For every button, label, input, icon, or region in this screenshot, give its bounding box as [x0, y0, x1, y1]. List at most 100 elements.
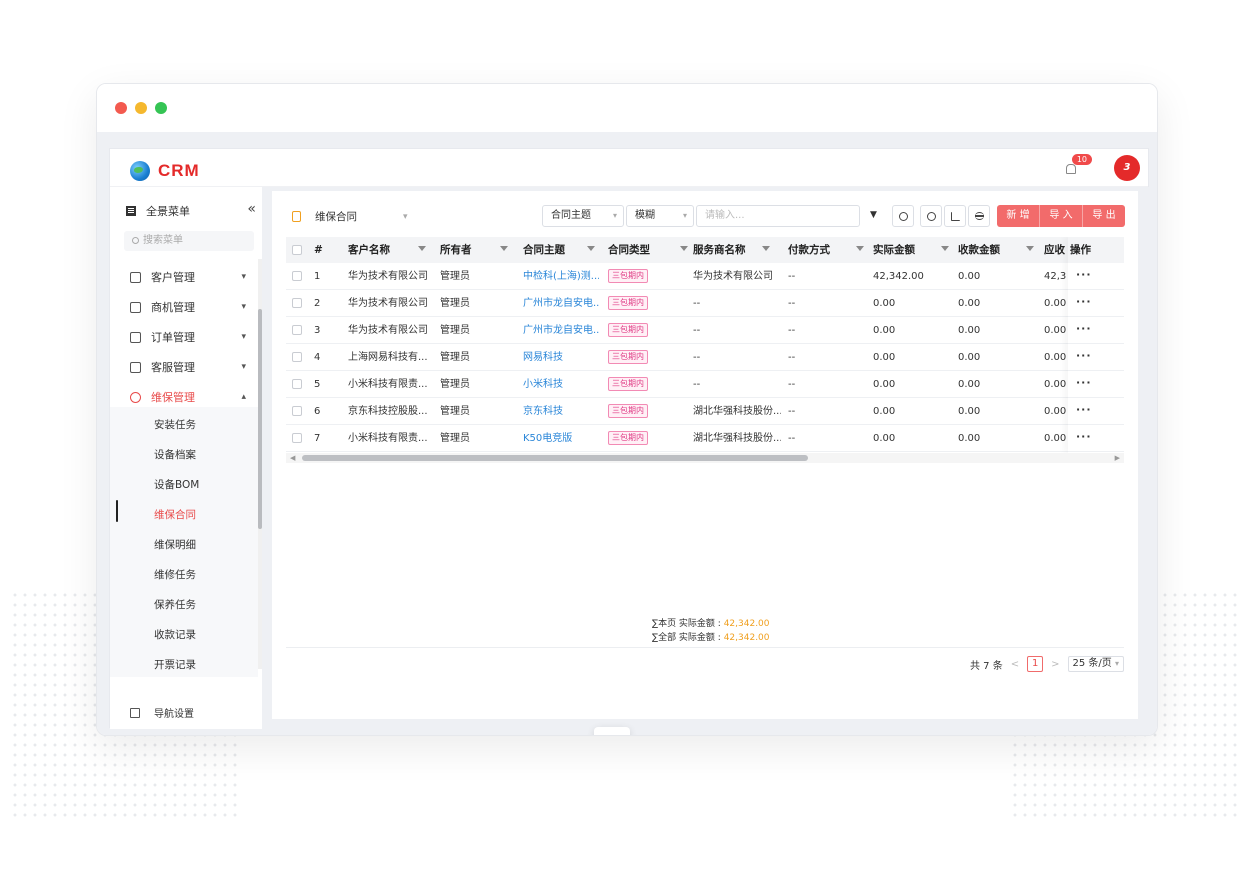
- row-checkbox[interactable]: [292, 379, 302, 389]
- cell-subject[interactable]: 广州市龙自安电...: [523, 290, 599, 317]
- submenu-payment-records[interactable]: 收款记录: [154, 627, 196, 642]
- filter-icon[interactable]: [941, 246, 949, 251]
- browser-viewport: CRM 10 3 全景菜单 « 搜索菜单 客户管理 ▾ 商机管理 ▾ 订单管理 …: [97, 132, 1157, 735]
- filter-icon[interactable]: [1026, 246, 1034, 251]
- floating-menu-button[interactable]: [594, 727, 630, 735]
- row-checkbox[interactable]: [292, 433, 302, 443]
- column-header-provider[interactable]: 服务商名称: [693, 237, 770, 263]
- filter-icon[interactable]: [680, 246, 688, 251]
- cell-subject[interactable]: 网易科技: [523, 344, 599, 371]
- column-header-type[interactable]: 合同类型: [608, 237, 688, 263]
- table-row[interactable]: 3 华为技术有限公司 管理员 广州市龙自安电... 三包期内 -- -- 0.00 0.00 0.…: [286, 317, 1124, 344]
- table-row[interactable]: 5 小米科技有限责... 管理员 小米科技 三包期内 -- -- 0.00 0.00 0.00: [286, 371, 1124, 398]
- more-actions-icon[interactable]: ···: [1076, 349, 1092, 362]
- cell-subject[interactable]: 京东科技: [523, 398, 599, 425]
- refresh-button[interactable]: [920, 205, 942, 227]
- cell-amount: 0.00: [873, 406, 896, 417]
- cell-index: 3: [314, 325, 321, 336]
- menu-search-input[interactable]: 搜索菜单: [124, 231, 254, 251]
- column-header-customer[interactable]: 客户名称: [348, 237, 426, 263]
- cell-subject[interactable]: K50电竞版: [523, 425, 599, 452]
- sidebar-item-opportunities[interactable]: 商机管理 ▾: [130, 297, 250, 317]
- view-selector[interactable]: 维保合同 ▾: [292, 209, 408, 224]
- close-window-dot[interactable]: [115, 102, 127, 114]
- more-actions-icon[interactable]: ···: [1076, 403, 1092, 416]
- submenu-device-bom[interactable]: 设备BOM: [154, 477, 199, 492]
- submenu-upkeep-tasks[interactable]: 保养任务: [154, 597, 196, 612]
- submenu-invoice-records[interactable]: 开票记录: [154, 657, 196, 672]
- cell-subject[interactable]: 广州市龙自安电...: [523, 317, 599, 344]
- prev-page-icon[interactable]: <: [1011, 659, 1019, 670]
- column-header-amount[interactable]: 实际金额: [873, 237, 949, 263]
- app-logo[interactable]: CRM: [130, 161, 200, 181]
- submenu-install-tasks[interactable]: 安装任务: [154, 417, 196, 432]
- more-actions-icon[interactable]: ···: [1076, 430, 1092, 443]
- operation-cell: ···: [1068, 263, 1124, 290]
- search-button[interactable]: [892, 205, 914, 227]
- more-actions-icon[interactable]: ···: [1076, 295, 1092, 308]
- filter-icon[interactable]: [499, 246, 508, 251]
- column-header-subject[interactable]: 合同主题: [523, 237, 595, 263]
- maximize-window-dot[interactable]: [155, 102, 167, 114]
- more-actions-icon[interactable]: ···: [1076, 376, 1092, 389]
- sidebar-item-orders[interactable]: 订单管理 ▾: [130, 327, 250, 347]
- user-icon: [130, 271, 141, 283]
- column-header-owner[interactable]: 所有者: [440, 237, 508, 263]
- field-select[interactable]: 合同主题 ▾: [542, 205, 624, 227]
- import-button[interactable]: 导 入: [1040, 205, 1083, 227]
- chart-button[interactable]: [944, 205, 966, 227]
- submenu-maintenance-detail[interactable]: 维保明细: [154, 537, 196, 552]
- columns-button[interactable]: [968, 205, 990, 227]
- more-actions-icon[interactable]: ···: [1076, 268, 1092, 281]
- table-row[interactable]: 1 华为技术有限公司 管理员 中检科(上海)测... 三包期内 华为技术有限公司 -- 42,…: [286, 263, 1124, 290]
- page-number[interactable]: 1: [1027, 656, 1044, 672]
- match-mode-select[interactable]: 模糊 ▾: [626, 205, 694, 227]
- caret-down-icon[interactable]: ▼: [870, 210, 877, 220]
- search-input[interactable]: 请输入...: [696, 205, 860, 227]
- column-header-received[interactable]: 收款金额: [958, 237, 1034, 263]
- page-size-value: 25 条/页: [1072, 658, 1112, 669]
- filter-icon[interactable]: [587, 246, 595, 251]
- table-row[interactable]: 4 上海网易科技有... 管理员 网易科技 三包期内 -- -- 0.00 0.00 0.00: [286, 344, 1124, 371]
- export-button[interactable]: 导 出: [1083, 205, 1125, 227]
- row-checkbox[interactable]: [292, 352, 302, 362]
- next-page-icon[interactable]: >: [1051, 659, 1059, 670]
- sidebar-item-customers[interactable]: 客户管理 ▾: [130, 267, 250, 287]
- row-checkbox[interactable]: [292, 298, 302, 308]
- cell-owner: 管理员: [440, 352, 470, 363]
- all-sum-value: 42,342.00: [723, 633, 770, 643]
- cell-due: 42,3: [1044, 271, 1067, 282]
- row-checkbox[interactable]: [292, 271, 302, 281]
- filter-icon[interactable]: [761, 246, 770, 251]
- filter-icon[interactable]: [418, 246, 426, 251]
- submenu-device-archive[interactable]: 设备档案: [154, 447, 196, 462]
- scroll-left-icon[interactable]: ◀: [290, 454, 295, 462]
- submenu-repair-tasks[interactable]: 维修任务: [154, 567, 196, 582]
- row-checkbox[interactable]: [292, 406, 302, 416]
- table-row[interactable]: 7 小米科技有限责... 管理员 K50电竞版 三包期内 湖北华强科技股份... -- 0.0…: [286, 425, 1124, 452]
- cell-received: 0.00: [958, 271, 981, 282]
- table-row[interactable]: 2 华为技术有限公司 管理员 广州市龙自安电... 三包期内 -- -- 0.00 0.00 0.…: [286, 290, 1124, 317]
- cell-amount: 0.00: [873, 352, 896, 363]
- column-header-payment[interactable]: 付款方式: [788, 237, 864, 263]
- cell-subject[interactable]: 小米科技: [523, 371, 599, 398]
- page-size-select[interactable]: 25 条/页 ▾: [1067, 656, 1124, 672]
- cell-subject[interactable]: 中检科(上海)测...: [523, 263, 599, 290]
- nav-settings[interactable]: 导航设置: [130, 705, 194, 720]
- row-checkbox[interactable]: [292, 325, 302, 335]
- sidebar-item-service[interactable]: 客服管理 ▾: [130, 357, 250, 377]
- sidebar-item-maintenance[interactable]: 维保管理 ▴: [130, 387, 250, 407]
- table-horizontal-scrollbar[interactable]: ◀ ▶: [286, 453, 1124, 463]
- minimize-window-dot[interactable]: [135, 102, 147, 114]
- submenu-maintenance-contract[interactable]: 维保合同: [154, 507, 196, 522]
- filter-icon[interactable]: [856, 246, 864, 251]
- scroll-right-icon[interactable]: ▶: [1115, 454, 1120, 462]
- select-all-checkbox[interactable]: [292, 245, 302, 255]
- table-row[interactable]: 6 京东科技控股股... 管理员 京东科技 三包期内 湖北华强科技股份... -- 0.00 0…: [286, 398, 1124, 425]
- add-button[interactable]: 新 增: [997, 205, 1040, 227]
- collapse-sidebar-icon[interactable]: «: [247, 201, 256, 217]
- search-icon: [132, 237, 139, 244]
- avatar[interactable]: 3: [1114, 155, 1140, 181]
- more-actions-icon[interactable]: ···: [1076, 322, 1092, 335]
- scrollbar-thumb[interactable]: [302, 455, 808, 461]
